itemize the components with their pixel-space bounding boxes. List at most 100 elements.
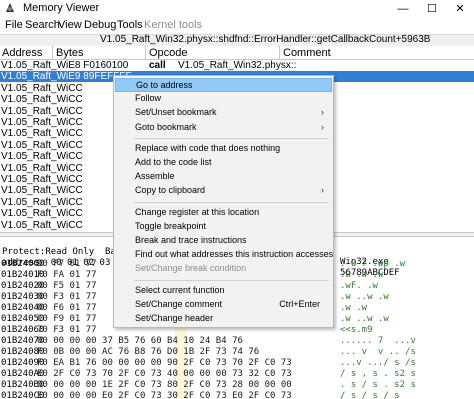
context-menu-item[interactable]: Set/Unset bookmark › [115, 106, 332, 120]
hex-row-bytes: E0 00 00 00 E0 2F C0 73 30 2F C0 73 E0 2… [37, 391, 292, 399]
hex-row-ascii: . s / s . s2 s [340, 380, 416, 390]
context-menu-item[interactable]: Set/Change comment Ctrl+Enter [115, 298, 332, 312]
hex-row-bytes: F0 0B 00 00 AC 76 B8 76 D0 1B 2F 73 74 7… [37, 347, 260, 357]
context-menu-item-label: Assemble [135, 171, 175, 182]
row-address: V1.05_Raft_WiCC [1, 151, 83, 163]
window-title: Memory Viewer [23, 2, 100, 14]
maximize-button[interactable]: ☐ [417, 0, 447, 17]
row-address: V1.05_Raft_WiCC [1, 105, 83, 117]
hex-row-ascii: <<s.m9 [340, 325, 373, 335]
address-status-bar: V1.05_Raft_Win32.physx::shdfnd::ErrorHan… [0, 34, 474, 46]
hex-row-bytes: 70 F3 01 77 [37, 325, 97, 335]
context-menu-item[interactable]: Select current function [115, 284, 332, 298]
menu-search[interactable]: Search [25, 19, 60, 31]
context-menu-item-label: Replace with code that does nothing [135, 142, 281, 153]
column-divider[interactable] [52, 46, 53, 60]
row-address: V1.05_Raft_WiCC [1, 219, 83, 231]
hex-row-ascii: .w ..w .w [340, 314, 389, 324]
hex-row-ascii: .w .w .w [340, 270, 384, 280]
hex-row-bytes: 00 F6 01 77 [37, 303, 97, 313]
context-menu-item: Set/Change break condition [115, 262, 332, 276]
hex-row-ascii: / s / s / s [340, 391, 400, 399]
current-address-symbol: V1.05_Raft_Win32.physx::shdfnd::ErrorHan… [100, 34, 431, 45]
column-bytes[interactable]: Bytes [56, 47, 84, 59]
context-menu-item[interactable]: Toggle breakpoint [115, 220, 332, 234]
context-menu-item[interactable]: Find out what addresses this instruction… [115, 248, 334, 262]
context-menu-item[interactable]: Set/Change header [115, 312, 332, 326]
hex-row-bytes: F0 EA B1 76 00 00 00 00 90 2F C0 73 70 2… [37, 358, 292, 368]
menu-bar: File Search View Debug Tools Kernel tool… [0, 17, 474, 34]
context-menu-item-label: Go to address [136, 80, 193, 90]
row-address: V1.05_Raft_WiCC [1, 117, 83, 128]
title-bar: Memory Viewer — ☐ ✕ [0, 0, 474, 17]
disassembly-row[interactable]: V1.05_Raft_WiE8 F0160100 call V1.05_Raft_W… [0, 60, 474, 71]
context-menu-item-label: Break and trace instructions [135, 235, 247, 245]
hex-row-bytes: 00 00 00 00 37 B5 76 60 B4 10 24 B4 76 [37, 336, 243, 346]
context-menu-item-label: Select current function [135, 284, 225, 295]
row-address: V1.05_Raft_WiCC [1, 94, 83, 106]
column-opcode[interactable]: Opcode [149, 47, 188, 59]
context-menu-item-label: Goto bookmark [135, 121, 197, 132]
hex-row-ascii: ...... 7 ...v [340, 336, 416, 346]
menu-debug[interactable]: Debug [84, 19, 116, 31]
hex-row-ascii: . w 7 .wp .w [340, 259, 406, 269]
context-menu-item-label: Change register at this location [135, 206, 260, 217]
column-comment[interactable]: Comment [283, 47, 331, 59]
context-menu-item-label: Set/Change header [135, 313, 214, 323]
menu-file[interactable]: File [5, 19, 23, 31]
hex-row-bytes: 00 00 00 00 1E 2F C0 73 80 2F C0 73 28 0… [37, 380, 292, 390]
hex-row-bytes: F0 FA 01 77 [37, 270, 97, 280]
context-menu-item[interactable]: Add to the code list [115, 156, 332, 170]
row-address: V1.05_Raft_WiCC [1, 128, 83, 140]
hex-row-bytes: 00 F3 01 77 [37, 292, 97, 302]
row-address: V1.05_Raft_WiCC [1, 185, 83, 197]
column-divider[interactable] [279, 46, 280, 60]
context-menu-item[interactable]: Go to address [115, 78, 332, 92]
hex-row-ascii: ...v .../ s /s [340, 358, 416, 368]
column-divider[interactable] [145, 46, 146, 60]
row-address: V1.05_Raft_WiE8 F0160100 [1, 60, 129, 71]
context-menu-item[interactable]: Replace with code that does nothing [115, 142, 332, 156]
context-menu-item[interactable]: Break and trace instructions [115, 234, 332, 248]
submenu-arrow-icon: › [321, 107, 324, 118]
hex-row-bytes: D0 F7 01 77 [37, 259, 97, 269]
menu-separator [134, 279, 329, 281]
hex-row-bytes: E0 2F C0 73 70 2F C0 73 40 00 00 00 73 3… [37, 369, 292, 379]
row-opcode: call [149, 60, 166, 71]
menu-separator [134, 201, 329, 203]
hex-row-bytes: 00 F5 01 77 [37, 281, 97, 291]
close-button[interactable]: ✕ [445, 0, 474, 17]
disassembler-header: Address Bytes Opcode Comment [0, 46, 474, 60]
context-menu-item-label: Set/Unset bookmark [135, 107, 217, 118]
row-address: V1.05_Raft_WiCC [1, 208, 83, 220]
row-operand: V1.05_Raft_Win32.physx:: [178, 60, 297, 71]
column-address[interactable]: Address [2, 47, 42, 59]
row-address: V1.05_Raft_WiCC [1, 196, 83, 208]
cheat-engine-icon [6, 3, 14, 12]
minimize-button[interactable]: — [388, 0, 418, 17]
hex-row-bytes: C0 F9 01 77 [37, 314, 97, 324]
menu-kernel-tools: Kernel tools [144, 19, 203, 31]
row-address: V1.05_Raft_WiCC [1, 139, 83, 151]
hex-protection-line: Protect:Read Only Ba Win32.exe [1, 237, 389, 267]
context-menu-item[interactable]: Follow [115, 92, 332, 106]
hex-row-ascii: .w .w [340, 303, 368, 313]
row-address: V1.05_Raft_WiCC [1, 82, 83, 94]
row-address: V1.05_Raft_WiCC [1, 162, 83, 174]
menu-view[interactable]: View [58, 19, 82, 31]
hex-row-ascii: / s , s . s2 s [340, 369, 416, 379]
context-menu-item-label: Find out what addresses this instruction… [135, 249, 334, 260]
submenu-arrow-icon: › [321, 121, 324, 132]
hex-row-ascii: ... v v .. /s [340, 347, 416, 357]
context-menu-item[interactable]: Assemble [115, 170, 332, 184]
shortcut-label: Ctrl+Enter [279, 298, 320, 309]
submenu-arrow-icon: › [321, 185, 324, 196]
row-address: V1.05_Raft_WiCC [1, 174, 83, 185]
context-menu: Go to address Follow Set/Unset bookmark › Go… [113, 75, 334, 328]
menu-separator [134, 137, 329, 139]
context-menu-item[interactable]: Copy to clipboard › [115, 184, 332, 198]
context-menu-item[interactable]: Change register at this location [115, 206, 332, 220]
context-menu-item-label: Follow [135, 93, 162, 104]
context-menu-item[interactable]: Goto bookmark › [115, 121, 332, 135]
menu-tools[interactable]: Tools [117, 19, 143, 31]
